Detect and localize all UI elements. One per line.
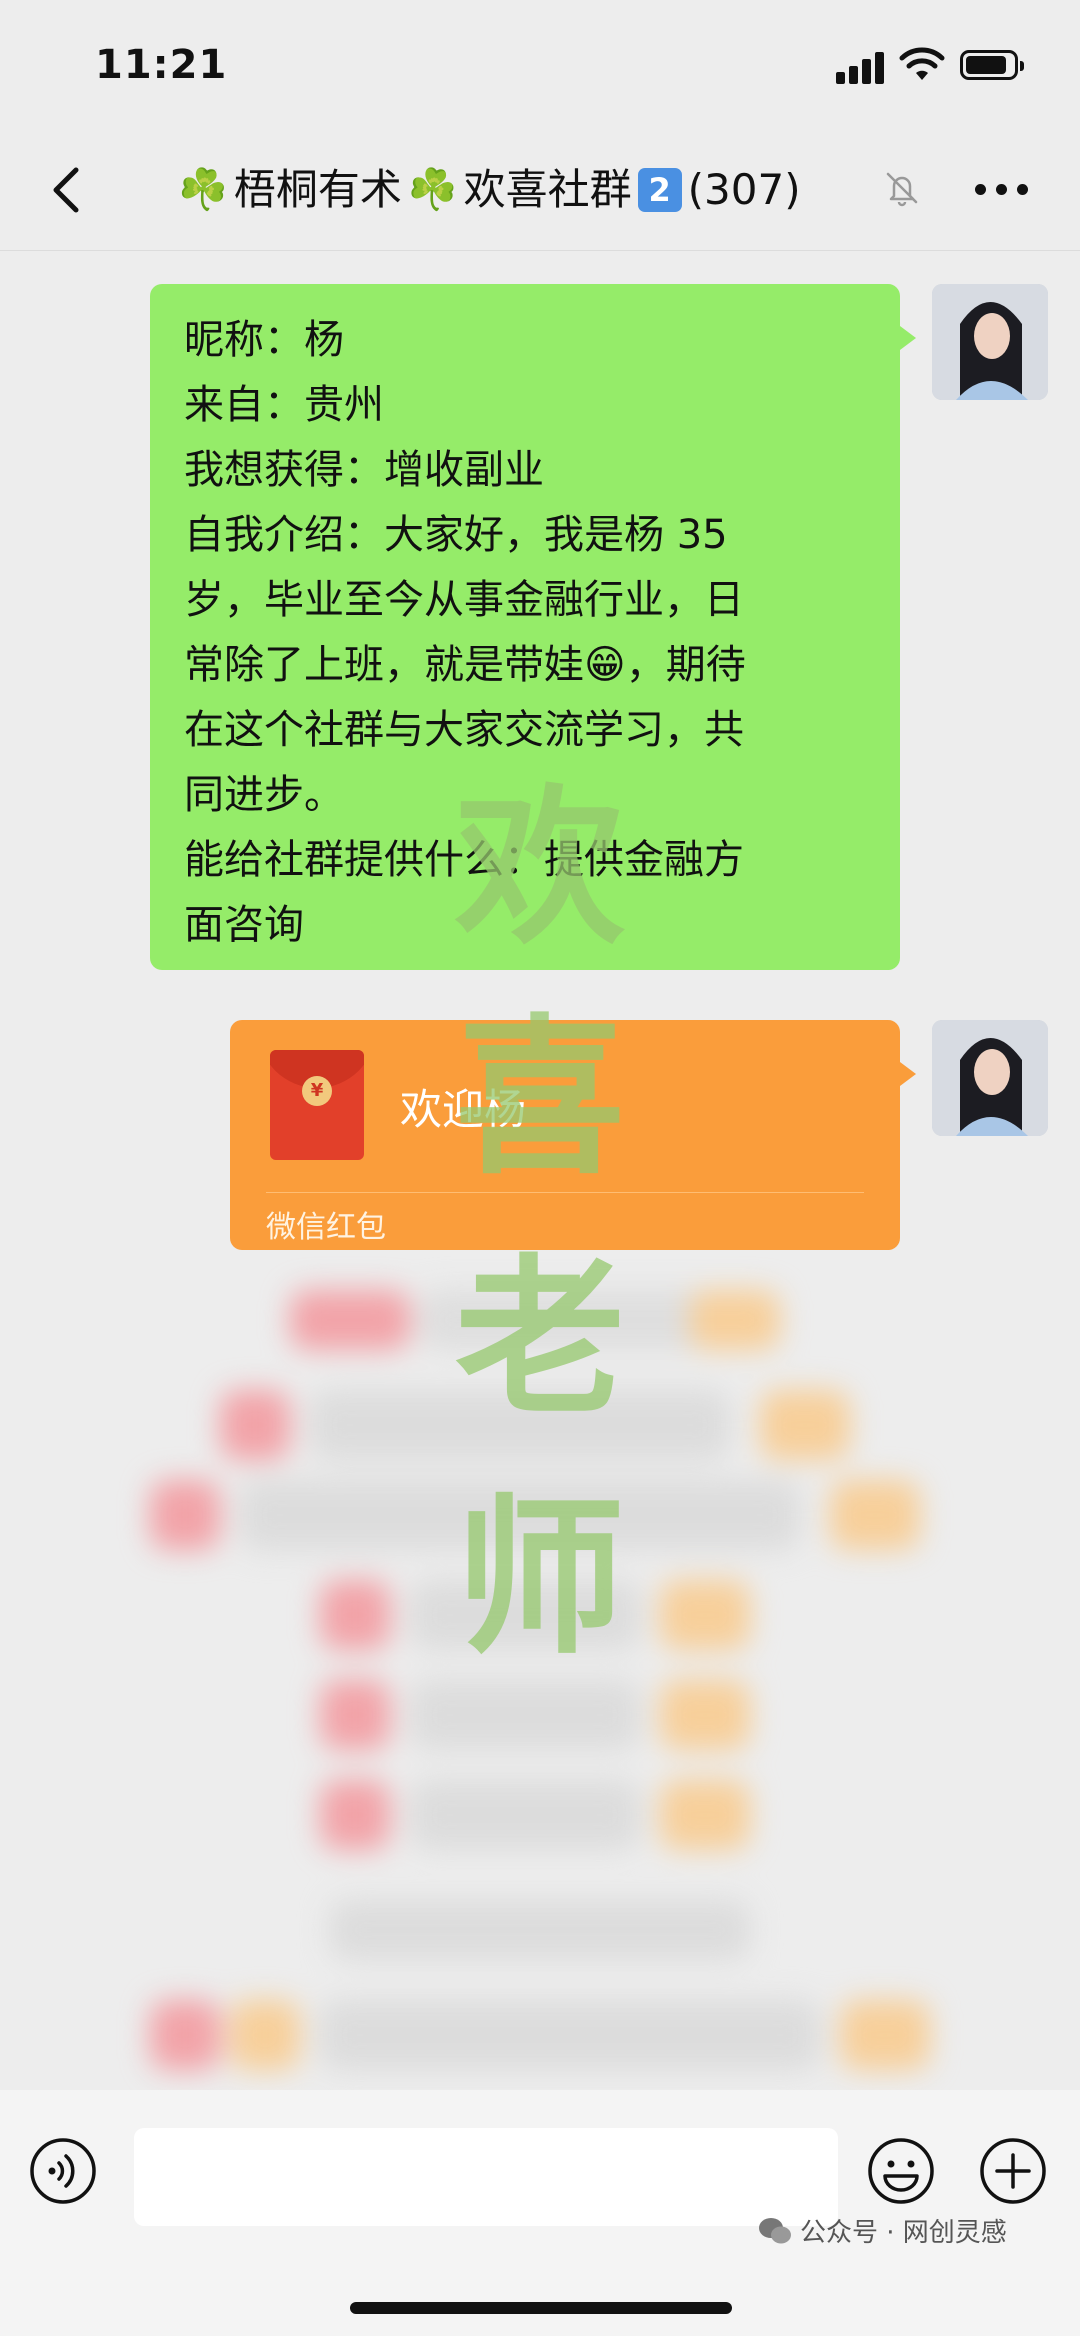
home-indicator xyxy=(350,2302,732,2314)
number-badge: 2 xyxy=(637,168,682,212)
message-line: 面咨询 xyxy=(184,902,304,948)
wifi-icon xyxy=(899,47,945,80)
message-line: 来自：贵州 xyxy=(184,382,384,428)
red-packet-label: 微信红包 xyxy=(266,1210,386,1245)
voice-icon[interactable] xyxy=(28,2136,98,2206)
back-icon[interactable] xyxy=(40,160,100,220)
chat-title-part1: 梧桐有术 xyxy=(233,165,402,214)
message-text: 昵称：杨 来自：贵州 我想获得：增收副业 自我介绍：大家好，我是杨 35 岁，毕… xyxy=(184,308,874,958)
mute-icon xyxy=(886,172,918,207)
battery-icon xyxy=(960,50,1024,80)
message-line: 同进步。 xyxy=(184,772,344,818)
chat-title[interactable]: ☘️ 梧桐有术 ☘️ 欢喜社群 2 (307) xyxy=(178,160,801,220)
clover-emoji: ☘️ xyxy=(407,167,458,213)
message-line: 能给社群提供什么：提供金融方 xyxy=(184,837,744,883)
avatar[interactable] xyxy=(932,284,1048,400)
message-line: 岁，毕业至今从事金融行业，日 xyxy=(184,577,744,623)
status-bar: 11:21 xyxy=(0,0,1080,130)
plus-icon[interactable] xyxy=(978,2136,1048,2206)
signal-icon xyxy=(836,52,886,84)
message-line: 常除了上班，就是带娃😁，期待 xyxy=(184,642,746,688)
source-label: 公众号 · 网创灵感 xyxy=(800,2218,1007,2248)
divider xyxy=(266,1192,864,1193)
emoji-icon[interactable] xyxy=(866,2136,936,2206)
message-line: 我想获得：增收副业 xyxy=(184,447,544,493)
chat-title-part2: 欢喜社群 xyxy=(463,165,632,214)
more-icon[interactable] xyxy=(975,184,1029,196)
message-bubble[interactable]: 昵称：杨 来自：贵州 我想获得：增收副业 自我介绍：大家好，我是杨 35 岁，毕… xyxy=(150,284,916,970)
red-packet-icon: ¥ xyxy=(270,1050,364,1160)
message-input[interactable] xyxy=(134,2128,838,2226)
message-line: 在这个社群与大家交流学习，共 xyxy=(184,707,744,753)
member-count: (307) xyxy=(687,165,801,214)
red-packet-message[interactable]: ¥ 欢迎杨 微信红包 xyxy=(230,1020,916,1250)
blurred-messages xyxy=(0,1260,1080,2100)
status-time: 11:21 xyxy=(95,42,228,88)
red-packet-title: 欢迎杨 xyxy=(400,1085,527,1134)
clover-emoji: ☘️ xyxy=(178,167,228,213)
wechat-icon xyxy=(759,2218,791,2244)
message-line: 自我介绍：大家好，我是杨 35 xyxy=(184,512,728,558)
message-line: 昵称：杨 xyxy=(184,317,344,363)
avatar[interactable] xyxy=(932,1020,1048,1136)
